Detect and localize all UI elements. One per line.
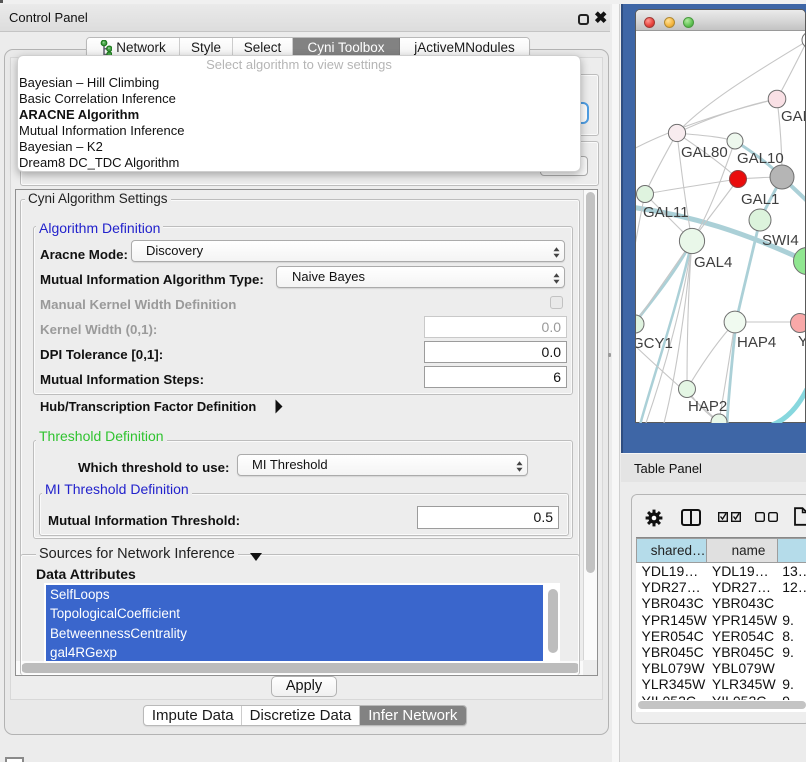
svg-text:GAL2: GAL2 (781, 108, 805, 125)
svg-text:GAL10: GAL10 (737, 150, 784, 167)
svg-text:GAL11: GAL11 (643, 204, 689, 221)
svg-text:GAL80: GAL80 (681, 144, 728, 161)
svg-text:GAL1: GAL1 (741, 191, 779, 208)
svg-text:SWI4: SWI4 (762, 232, 799, 249)
svg-text:GAL4: GAL4 (694, 254, 732, 271)
svg-text:GCY1: GCY1 (636, 335, 673, 352)
svg-text:HAP2: HAP2 (688, 398, 727, 415)
svg-text:Y: Y (798, 333, 805, 350)
svg-text:HAP4: HAP4 (737, 334, 776, 351)
